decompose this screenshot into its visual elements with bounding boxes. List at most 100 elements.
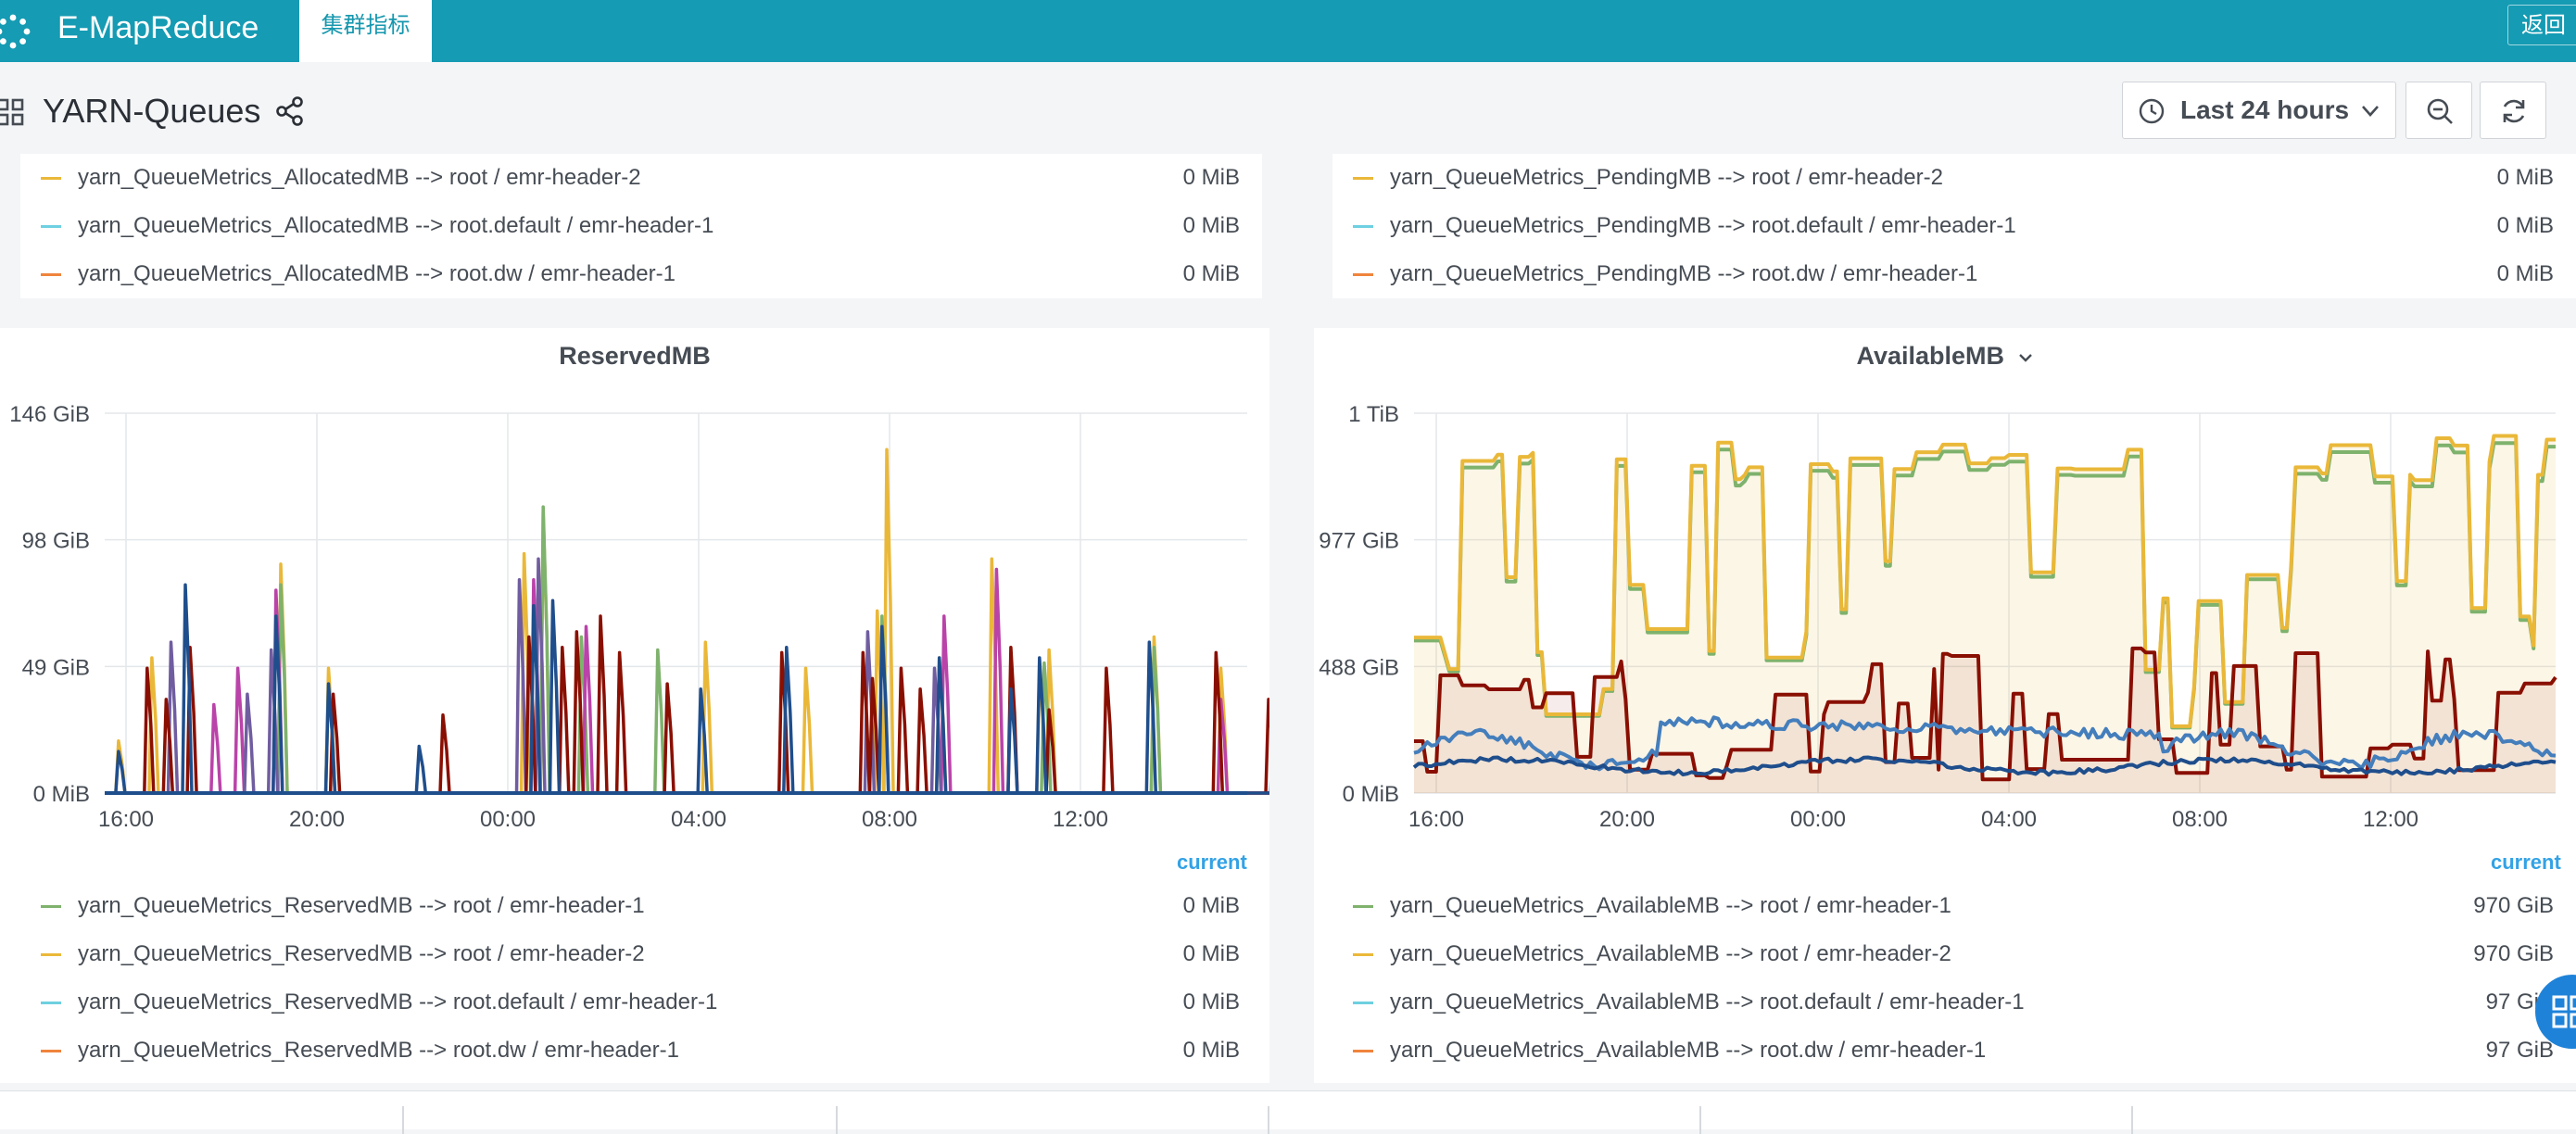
y-tick-label: 0 MiB <box>33 782 90 807</box>
series-color-swatch[interactable] <box>41 905 61 908</box>
series-color-swatch[interactable] <box>1353 1002 1373 1004</box>
legend-series-name[interactable]: yarn_QueueMetrics_AllocatedMB --> root.d… <box>78 250 676 298</box>
zoom-out-icon <box>2427 98 2453 124</box>
y-tick-label: 98 GiB <box>22 529 90 554</box>
legend-series-name[interactable]: yarn_QueueMetrics_AllocatedMB --> root.d… <box>78 202 713 250</box>
refresh-button[interactable] <box>2480 82 2546 139</box>
legend-row[interactable]: yarn_QueueMetrics_ReservedMB --> root / … <box>20 930 1262 978</box>
y-tick-label: 146 GiB <box>9 402 90 427</box>
time-range-picker[interactable]: Last 24 hours <box>2122 82 2396 139</box>
legend-series-name[interactable]: yarn_QueueMetrics_ReservedMB --> root.dw… <box>78 1027 679 1075</box>
back-button[interactable]: 返回 <box>2507 5 2576 45</box>
x-tick-label: 00:00 <box>480 807 536 828</box>
series-color-swatch[interactable] <box>41 1002 61 1004</box>
series-color-swatch[interactable] <box>1353 905 1373 908</box>
series-color-swatch[interactable] <box>41 1050 61 1052</box>
y-tick-label: 49 GiB <box>22 655 90 680</box>
series-color-swatch[interactable] <box>1353 273 1373 276</box>
available-current-header[interactable]: current <box>2491 850 2561 875</box>
y-tick-label: 0 MiB <box>1343 782 1399 807</box>
legend-series-name[interactable]: yarn_QueueMetrics_ReservedMB --> root / … <box>78 882 645 930</box>
legend-series-name[interactable]: yarn_QueueMetrics_AvailableMB --> root /… <box>1390 882 1951 930</box>
x-tick-label: 16:00 <box>1408 807 1464 828</box>
legend-row[interactable]: yarn_QueueMetrics_AvailableMB --> root.d… <box>1332 978 2576 1027</box>
legend-series-name[interactable]: yarn_QueueMetrics_PendingMB --> root.def… <box>1390 202 2016 250</box>
tab-cluster-metrics[interactable]: 集群指标 <box>299 0 432 62</box>
legend-current-value: 0 MiB <box>1182 893 1240 918</box>
legend-current-value: 0 MiB <box>1182 165 1240 190</box>
allocated-legend: yarn_QueueMetrics_AllocatedMB --> root /… <box>20 154 1262 298</box>
apps-grid-icon <box>2552 995 2576 1028</box>
dashboard-grid-icon[interactable] <box>0 98 24 126</box>
panel-divider <box>836 1106 838 1134</box>
panel-divider <box>402 1106 404 1134</box>
x-tick-label: 08:00 <box>2172 807 2228 828</box>
legend-row[interactable]: yarn_QueueMetrics_AvailableMB --> root /… <box>1332 882 2576 930</box>
legend-row[interactable]: yarn_QueueMetrics_ReservedMB --> root.dw… <box>20 1027 1262 1075</box>
legend-series-name[interactable]: yarn_QueueMetrics_AvailableMB --> root.d… <box>1390 978 2025 1027</box>
series-color-swatch[interactable] <box>1353 177 1373 180</box>
legend-current-value: 0 MiB <box>1182 213 1240 238</box>
legend-row[interactable]: yarn_QueueMetrics_AvailableMB --> root.d… <box>1332 1027 2576 1075</box>
reserved-panel: ReservedMB 0 MiB 49 GiB 98 GiB 146 GiB 16:00… <box>0 328 1269 1083</box>
legend-series-name[interactable]: yarn_QueueMetrics_ReservedMB --> root.de… <box>78 978 717 1027</box>
share-icon[interactable] <box>274 95 306 127</box>
reserved-chart[interactable]: 0 MiB 49 GiB 98 GiB 146 GiB 16:00 20:00 00:00 0… <box>0 328 1269 828</box>
x-tick-label: 12:00 <box>2363 807 2418 828</box>
legend-series-name[interactable]: yarn_QueueMetrics_ReservedMB --> root / … <box>78 930 645 978</box>
x-tick-label: 20:00 <box>289 807 345 828</box>
legend-series-name[interactable]: yarn_QueueMetrics_AvailableMB --> root.d… <box>1390 1027 1986 1075</box>
legend-series-name[interactable]: yarn_QueueMetrics_AllocatedMB --> root /… <box>78 154 641 202</box>
legend-row[interactable]: yarn_QueueMetrics_ReservedMB --> root.de… <box>20 978 1262 1027</box>
legend-current-value: 0 MiB <box>2496 213 2554 238</box>
legend-series-name[interactable]: yarn_QueueMetrics_PendingMB --> root.dw … <box>1390 250 1977 298</box>
next-panels-row <box>0 1090 2576 1134</box>
x-tick-label: 20:00 <box>1599 807 1655 828</box>
y-tick-label: 1 TiB <box>1348 402 1399 427</box>
x-tick-label: 00:00 <box>1790 807 1846 828</box>
series-color-swatch[interactable] <box>1353 953 1373 956</box>
y-tick-label: 488 GiB <box>1319 655 1399 680</box>
legend-current-value: 0 MiB <box>1182 989 1240 1014</box>
legend-series-name[interactable]: yarn_QueueMetrics_PendingMB --> root / e… <box>1390 154 1943 202</box>
series-color-swatch[interactable] <box>41 177 61 180</box>
legend-current-value: 0 MiB <box>1182 261 1240 286</box>
series-color-swatch[interactable] <box>1353 225 1373 228</box>
legend-row[interactable]: yarn_QueueMetrics_AllocatedMB --> root.d… <box>20 202 1262 250</box>
series-color-swatch[interactable] <box>41 225 61 228</box>
reserved-legend: yarn_QueueMetrics_ReservedMB --> root / … <box>20 882 1262 1077</box>
time-range-label: Last 24 hours <box>2180 95 2350 124</box>
available-panel: AvailableMB 0 MiB 488 GiB 977 GiB 1 TiB 16:0… <box>1314 328 2576 1083</box>
clock-icon <box>2139 98 2165 124</box>
x-tick-label: 04:00 <box>1981 807 2037 828</box>
emr-logo-icon <box>0 14 31 49</box>
dashboard-title[interactable]: YARN-Queues <box>43 89 260 133</box>
legend-row[interactable]: yarn_QueueMetrics_PendingMB --> root.dw … <box>1332 250 2576 298</box>
legend-row[interactable]: yarn_QueueMetrics_ReservedMB --> root / … <box>20 882 1262 930</box>
legend-row[interactable]: yarn_QueueMetrics_AllocatedMB --> root.d… <box>20 250 1262 298</box>
legend-current-value: 0 MiB <box>2496 165 2554 190</box>
series-area-fill <box>1414 435 2556 793</box>
pending-legend: yarn_QueueMetrics_PendingMB --> root / e… <box>1332 154 2576 298</box>
series-color-swatch[interactable] <box>1353 1050 1373 1052</box>
legend-row[interactable]: yarn_QueueMetrics_PendingMB --> root / e… <box>1332 154 2576 202</box>
x-tick-label: 12:00 <box>1053 807 1108 828</box>
legend-current-value: 0 MiB <box>1182 1038 1240 1063</box>
y-tick-label: 977 GiB <box>1319 529 1399 554</box>
panel-divider <box>1699 1106 1701 1134</box>
panel-divider <box>1268 1106 1269 1134</box>
reserved-current-header[interactable]: current <box>1177 850 1247 875</box>
series-color-swatch[interactable] <box>41 953 61 956</box>
top-bar: E-MapReduce 集群指标 返回 <box>0 0 2576 62</box>
available-chart[interactable]: 0 MiB 488 GiB 977 GiB 1 TiB 16:00 20:00 00:00 0… <box>1314 328 2576 828</box>
legend-row[interactable]: yarn_QueueMetrics_PendingMB --> root.def… <box>1332 202 2576 250</box>
series-color-swatch[interactable] <box>41 273 61 276</box>
brand-name[interactable]: E-MapReduce <box>57 9 259 46</box>
refresh-icon <box>2503 99 2525 123</box>
zoom-out-button[interactable] <box>2406 82 2472 139</box>
x-tick-label: 08:00 <box>862 807 917 828</box>
legend-row[interactable]: yarn_QueueMetrics_AvailableMB --> root /… <box>1332 930 2576 978</box>
legend-row[interactable]: yarn_QueueMetrics_AllocatedMB --> root /… <box>20 154 1262 202</box>
legend-series-name[interactable]: yarn_QueueMetrics_AvailableMB --> root /… <box>1390 930 1951 978</box>
legend-current-value: 970 GiB <box>2473 893 2554 918</box>
